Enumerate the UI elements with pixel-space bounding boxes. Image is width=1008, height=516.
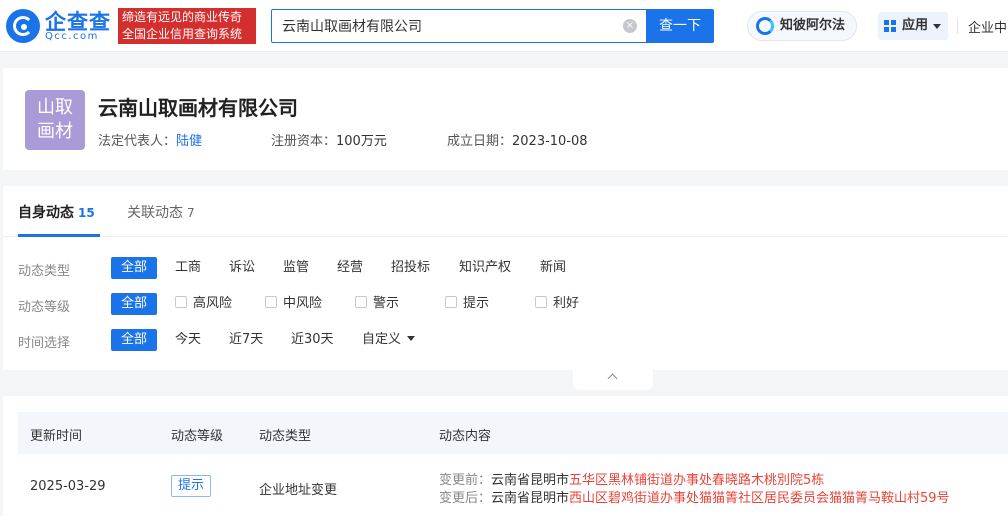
- filter-time-label: 时间选择: [18, 336, 71, 351]
- dynamics-tabs: 自身动态 15 关联动态 7: [3, 186, 1008, 237]
- change-before-plain: 云南省昆明市: [491, 473, 570, 488]
- founded-date: 成立日期：2023-10-08: [447, 130, 588, 149]
- filter-type-label: 动态类型: [18, 264, 71, 279]
- col-content: 动态内容: [439, 429, 492, 444]
- filter-time-today[interactable]: 今天: [175, 329, 201, 351]
- tab-self-dynamics[interactable]: 自身动态 15: [18, 202, 95, 222]
- tab-related-count: 7: [187, 206, 195, 220]
- active-tab-indicator: [18, 234, 100, 237]
- checkbox-icon[interactable]: [535, 296, 547, 308]
- tab-related-label: 关联动态: [127, 205, 183, 221]
- capital-value: 100万元: [336, 134, 387, 149]
- tab-self-label: 自身动态: [18, 205, 74, 221]
- legal-representative: 法定代表人：陆健: [98, 130, 202, 149]
- slogan-line-1: 缔造有远见的商业传奇: [122, 10, 243, 24]
- checkbox-icon[interactable]: [355, 296, 367, 308]
- company-name[interactable]: 云南山取画材有限公司: [98, 92, 298, 121]
- col-update-time: 更新时间: [30, 429, 83, 444]
- row-type: 企业地址变更: [259, 483, 338, 498]
- filter-time-30-days[interactable]: 近30天: [291, 329, 334, 351]
- filter-level-warning-label: 警示: [373, 296, 400, 311]
- founded-value: 2023-10-08: [512, 134, 588, 149]
- dynamics-table: 更新时间 动态等级 动态类型 动态内容 2025-03-29 提示 企业地址变更…: [3, 396, 1008, 516]
- filter-type-business[interactable]: 工商: [175, 257, 201, 279]
- company-logo: 山取 画材: [25, 90, 85, 150]
- legal-rep-link[interactable]: 陆健: [176, 134, 202, 149]
- search-button[interactable]: 查一下: [646, 9, 714, 43]
- filter-time-custom[interactable]: 自定义: [362, 329, 416, 351]
- enterprise-center-link[interactable]: 企业中: [968, 17, 1007, 36]
- change-after-label: 变更后：: [439, 491, 492, 506]
- filter-type-bidding[interactable]: 招投标: [391, 257, 430, 279]
- company-logo-line-1: 山取: [37, 97, 73, 118]
- filter-level-medium-risk[interactable]: 中风险: [265, 293, 322, 315]
- checkbox-icon[interactable]: [175, 296, 187, 308]
- filter-level-positive-label: 利好: [553, 296, 580, 311]
- founded-label: 成立日期：: [447, 134, 513, 149]
- registered-capital: 注册资本：100万元: [271, 130, 387, 149]
- row-date: 2025-03-29: [30, 479, 106, 494]
- filter-type-litigation[interactable]: 诉讼: [229, 257, 255, 279]
- search-box: ×: [271, 9, 647, 43]
- checkbox-icon[interactable]: [265, 296, 277, 308]
- grid-icon: [884, 20, 896, 32]
- slogan-line-2: 全国企业信用查询系统: [122, 27, 243, 41]
- change-before-label: 变更前：: [439, 473, 492, 488]
- change-before-highlight: 五华区黑林铺街道办事处春晓路木桃別院5栋: [569, 473, 825, 488]
- change-after-highlight: 西山区碧鸡街道办事处猫猫箐社区居民委员会猫猫箐马鞍山村59号: [569, 491, 950, 506]
- tab-self-count: 15: [78, 206, 95, 220]
- col-type: 动态类型: [259, 429, 312, 444]
- zhibi-alpha-button[interactable]: 知彼阿尔法: [747, 11, 857, 41]
- qcc-logo-icon[interactable]: [6, 9, 40, 43]
- filter-level-medium-risk-label: 中风险: [283, 296, 323, 311]
- capital-label: 注册资本：: [271, 134, 337, 149]
- level-badge: 提示: [171, 475, 212, 497]
- company-logo-line-2: 画材: [37, 121, 73, 142]
- clear-icon[interactable]: ×: [623, 19, 637, 33]
- filter-time-all[interactable]: 全部: [111, 329, 158, 351]
- filter-level-high-risk[interactable]: 高风险: [175, 293, 232, 315]
- filter-type-all[interactable]: 全部: [111, 257, 158, 279]
- zhibi-alpha-icon: [756, 17, 774, 35]
- zhibi-alpha-label: 知彼阿尔法: [780, 18, 846, 33]
- col-level: 动态等级: [171, 429, 224, 444]
- filter-level-high-risk-label: 高风险: [193, 296, 233, 311]
- filter-time-custom-label: 自定义: [362, 332, 402, 347]
- caret-down-icon: [933, 24, 941, 29]
- caret-down-icon: [407, 336, 416, 341]
- slogan-banner: 缔造有远见的商业传奇 全国企业信用查询系统: [118, 8, 256, 44]
- filter-level-notice-label: 提示: [463, 296, 490, 311]
- filter-level-warning[interactable]: 警示: [355, 293, 399, 315]
- search-input[interactable]: [282, 10, 612, 42]
- collapse-filters-button[interactable]: [573, 370, 653, 390]
- legal-rep-label: 法定代表人：: [98, 134, 177, 149]
- filter-level-label: 动态等级: [18, 300, 71, 315]
- filter-type-news[interactable]: 新闻: [540, 257, 566, 279]
- header-divider: [957, 18, 958, 34]
- change-after: 变更后：云南省昆明市西山区碧鸡街道办事处猫猫箐社区居民委员会猫猫箐马鞍山村59号: [439, 487, 950, 506]
- filter-level-notice[interactable]: 提示: [445, 293, 489, 315]
- filter-card: 自身动态 15 关联动态 7 动态类型 全部 工商 诉讼 监管 经营 招投标 知识产…: [3, 186, 1008, 370]
- filter-type-regulation[interactable]: 监管: [283, 257, 309, 279]
- top-bar: 企查查 Qcc.com 缔造有远见的商业传奇 全国企业信用查询系统 × 查一下 …: [0, 0, 1008, 52]
- apps-label: 应用: [902, 18, 929, 33]
- filter-level-positive[interactable]: 利好: [535, 293, 579, 315]
- filter-time-7-days[interactable]: 近7天: [229, 329, 263, 351]
- brand-domain: Qcc.com: [45, 31, 99, 42]
- filter-type-operation[interactable]: 经营: [337, 257, 363, 279]
- tab-related-dynamics[interactable]: 关联动态 7: [127, 202, 195, 222]
- filter-type-ip[interactable]: 知识产权: [459, 257, 511, 279]
- filter-level-all[interactable]: 全部: [111, 293, 158, 315]
- checkbox-icon[interactable]: [445, 296, 457, 308]
- change-before: 变更前：云南省昆明市五华区黑林铺街道办事处春晓路木桃別院5栋: [439, 469, 824, 488]
- change-after-plain: 云南省昆明市: [491, 491, 570, 506]
- apps-dropdown[interactable]: 应用: [878, 12, 948, 40]
- company-card: 山取 画材 云南山取画材有限公司 法定代表人：陆健 注册资本：100万元 成立日…: [3, 68, 1008, 170]
- table-header: 更新时间 动态等级 动态类型 动态内容: [18, 412, 1008, 454]
